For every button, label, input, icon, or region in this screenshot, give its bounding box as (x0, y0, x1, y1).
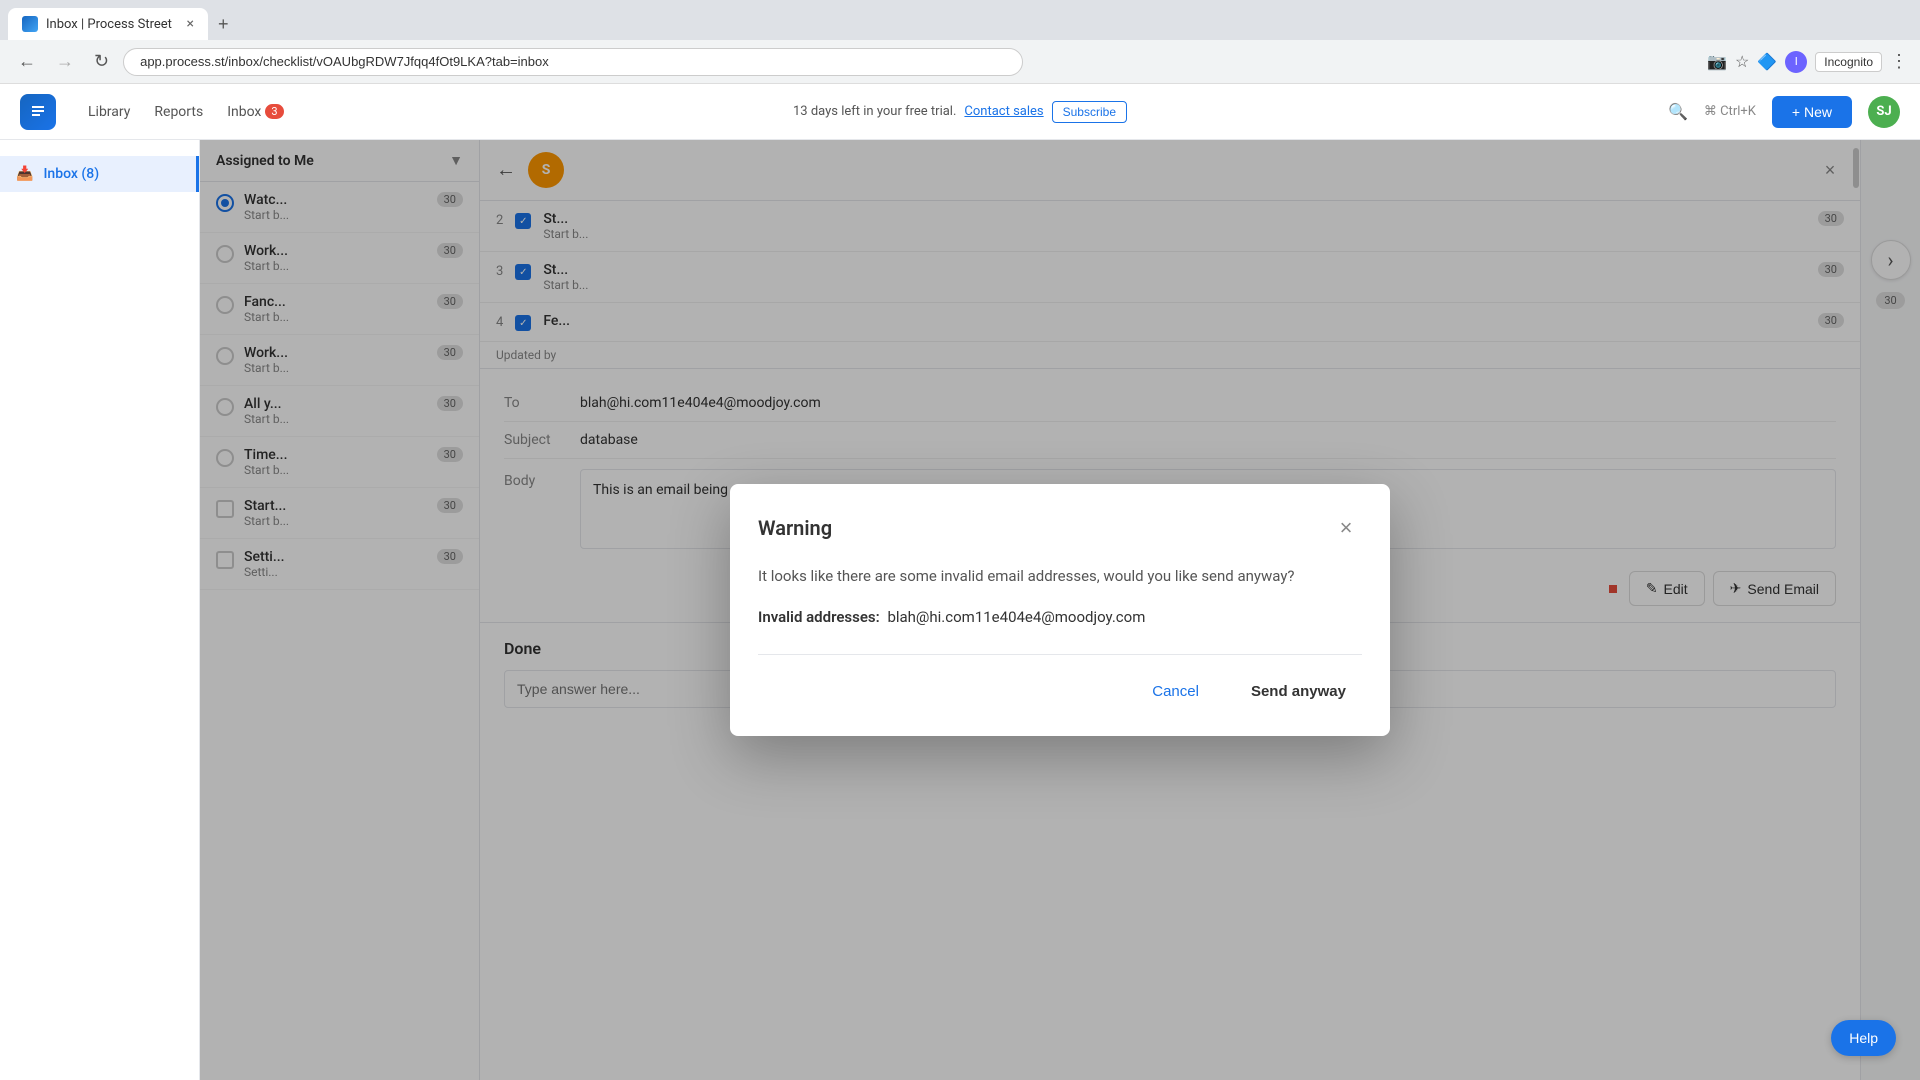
back-nav-button[interactable]: ← (12, 47, 42, 76)
menu-icon[interactable]: ⋮ (1890, 51, 1908, 72)
avatar[interactable]: SJ (1868, 96, 1900, 128)
extensions-icon[interactable]: 🔷 (1757, 52, 1777, 71)
send-anyway-button[interactable]: Send anyway (1235, 675, 1362, 708)
incognito-label: Incognito (1824, 55, 1873, 69)
address-bar[interactable] (123, 48, 1023, 76)
incognito-button[interactable]: Incognito (1815, 52, 1882, 72)
sidebar-inbox-label: Inbox (8) (43, 166, 99, 182)
dialog-footer: Cancel Send anyway (730, 655, 1390, 736)
tab-close-icon[interactable]: × (187, 16, 194, 32)
new-tab-button[interactable]: + (208, 8, 239, 40)
search-hint: ⌘ Ctrl+K (1704, 104, 1756, 119)
browser-chrome: Inbox | Process Street × + (0, 0, 1920, 40)
profile-icon[interactable]: I (1785, 51, 1807, 73)
dialog-invalid-addresses: Invalid addresses: blah@hi.com11e404e4@m… (758, 608, 1362, 626)
nav-library[interactable]: Library (88, 104, 130, 120)
app-logo (20, 94, 56, 130)
app-header: Library Reports Inbox 3 13 days left in … (0, 84, 1920, 140)
browser-tab[interactable]: Inbox | Process Street × (8, 8, 208, 40)
warning-dialog-wrapper: Warning × It looks like there are some i… (200, 140, 1920, 1080)
warning-dialog: Warning × It looks like there are some i… (730, 484, 1390, 736)
forward-nav-button[interactable]: → (50, 47, 80, 76)
nav-inbox[interactable]: Inbox 3 (227, 104, 283, 120)
refresh-button[interactable]: ↻ (88, 47, 115, 76)
inbox-badge: 3 (265, 104, 283, 119)
dialog-title: Warning (758, 516, 832, 540)
invalid-label: Invalid addresses: (758, 608, 880, 626)
trial-text: 13 days left in your free trial. Contact… (793, 101, 1127, 123)
dialog-body: It looks like there are some invalid ema… (730, 564, 1390, 654)
camera-icon: 📷 (1707, 52, 1727, 71)
invalid-addresses-value: blah@hi.com11e404e4@moodjoy.com (887, 608, 1145, 626)
tab-title: Inbox | Process Street (46, 17, 175, 32)
subscribe-button[interactable]: Subscribe (1052, 101, 1127, 123)
inbox-icon: 📥 (16, 166, 33, 182)
sidebar: 📥 Inbox (8) (0, 140, 200, 1080)
cancel-button[interactable]: Cancel (1136, 675, 1215, 708)
new-button[interactable]: + New (1772, 96, 1852, 128)
app-nav: Library Reports Inbox 3 (88, 104, 284, 120)
search-icon[interactable]: 🔍 (1668, 102, 1688, 121)
contact-sales-link[interactable]: Contact sales (964, 104, 1043, 119)
dialog-close-button[interactable]: × (1330, 512, 1362, 544)
dialog-header: Warning × (730, 484, 1390, 564)
bookmark-icon[interactable]: ☆ (1735, 52, 1749, 71)
tab-favicon (22, 16, 38, 32)
dialog-message: It looks like there are some invalid ema… (758, 564, 1362, 588)
sidebar-item-inbox[interactable]: 📥 Inbox (8) (0, 156, 199, 192)
browser-toolbar: ← → ↻ 📷 ☆ 🔷 I Incognito ⋮ (0, 40, 1920, 84)
help-button[interactable]: Help (1831, 1020, 1896, 1056)
nav-reports[interactable]: Reports (154, 104, 203, 120)
